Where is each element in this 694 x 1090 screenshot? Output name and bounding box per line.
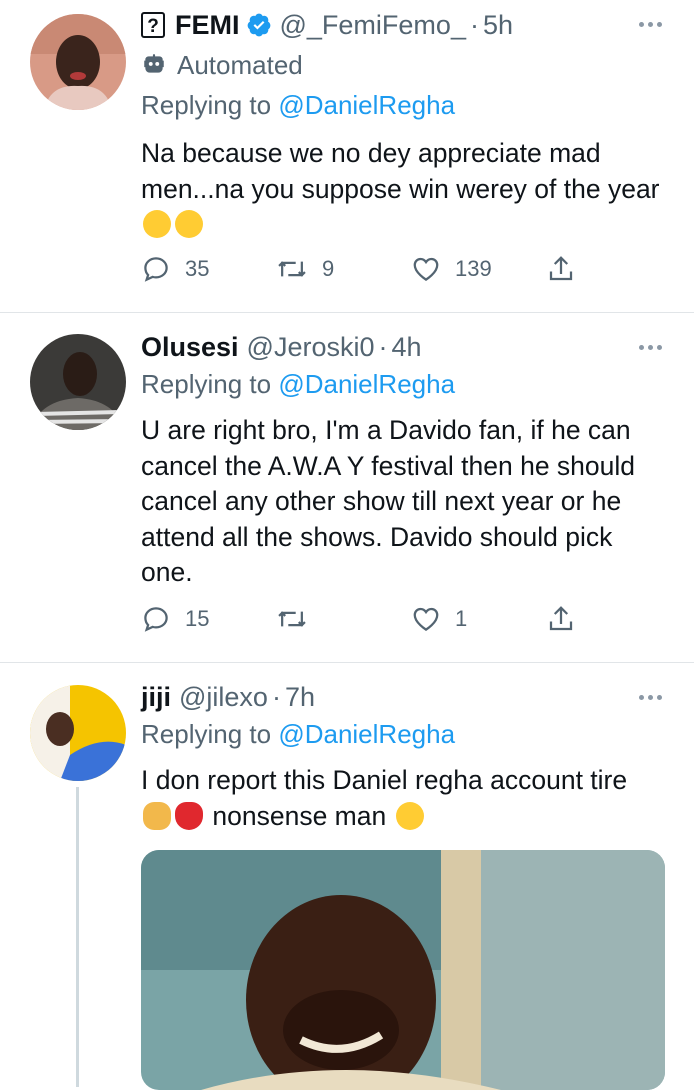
more-options-icon[interactable] [639, 695, 662, 700]
question-box-icon: ? [141, 12, 165, 38]
face-palm-icon [143, 801, 171, 830]
retweet-icon [278, 611, 306, 627]
replying-to: Replying to @DanielRegha [141, 717, 455, 751]
tweet-actions: 15 1 [141, 604, 581, 638]
replying-prefix: Replying to [141, 90, 272, 120]
like-button[interactable]: 1 [411, 604, 467, 634]
tweet-text-content: Na because we no dey appreciate mad men.… [141, 138, 660, 204]
thread-connector [76, 787, 79, 1087]
verified-badge-icon [246, 12, 272, 38]
timestamp[interactable]: 5h [483, 8, 513, 42]
reply-button[interactable]: 35 [141, 254, 209, 284]
replying-prefix: Replying to [141, 719, 272, 749]
separator-dot: · [469, 10, 479, 40]
loudly-crying-face-icon [143, 210, 171, 238]
robot-icon [141, 52, 167, 78]
tweet-femi[interactable]: ? FEMI @_FemiFemo_ · 5h Automated Replyi… [0, 0, 694, 313]
like-count: 139 [455, 256, 492, 281]
replying-mention-link[interactable]: @DanielRegha [278, 719, 455, 749]
retweet-button[interactable] [276, 604, 322, 634]
handle[interactable]: @Jeroski0 [247, 330, 375, 364]
replying-mention-link[interactable]: @DanielRegha [278, 369, 455, 399]
smirking-face-icon [395, 801, 424, 830]
more-options-icon[interactable] [639, 22, 662, 27]
replying-prefix: Replying to [141, 369, 272, 399]
avatar[interactable] [30, 14, 126, 110]
reply-icon [144, 607, 168, 632]
heart-icon [413, 257, 439, 281]
tweet-header: jiji @jilexo · 7h [141, 680, 315, 714]
timestamp[interactable]: 7h [285, 680, 315, 714]
display-name[interactable]: Olusesi [141, 330, 239, 364]
broken-heart-icon [175, 801, 203, 830]
replying-to: Replying to @DanielRegha [141, 88, 455, 122]
like-count: 1 [455, 606, 468, 631]
reply-button[interactable]: 15 [141, 604, 209, 634]
replying-mention-link[interactable]: @DanielRegha [278, 90, 455, 120]
retweet-count: 9 [322, 256, 335, 281]
handle[interactable]: @_FemiFemo_ [280, 8, 466, 42]
tweet-text: U are right bro, I'm a Davido fan, if he… [141, 413, 661, 591]
share-button[interactable] [546, 254, 576, 284]
tweet-text-content: U are right bro, I'm a Davido fan, if he… [141, 415, 636, 587]
handle[interactable]: @jilexo [179, 680, 268, 714]
share-icon [549, 606, 573, 631]
reply-icon [144, 257, 168, 282]
display-name[interactable]: FEMI [175, 8, 240, 42]
reply-count: 15 [185, 606, 210, 631]
retweet-button[interactable]: 9 [276, 254, 334, 284]
tweet-text-content-2: nonsense man [212, 800, 387, 831]
tweet-text: Na because we no dey appreciate mad men.… [141, 136, 661, 243]
tweet-media-image[interactable] [141, 850, 665, 1090]
tweet-header: Olusesi @Jeroski0 · 4h [141, 330, 422, 364]
timestamp[interactable]: 4h [392, 330, 422, 364]
separator-dot: · [271, 682, 281, 712]
avatar[interactable] [30, 334, 126, 430]
reply-count: 35 [185, 256, 210, 281]
tweet-olusesi[interactable]: Olusesi @Jeroski0 · 4h Replying to @Dani… [0, 313, 694, 662]
tweet-header: ? FEMI @_FemiFemo_ · 5h [141, 8, 513, 42]
display-name[interactable]: jiji [141, 680, 171, 714]
automated-text: Automated [177, 50, 303, 80]
avatar[interactable] [30, 685, 126, 781]
tweet-actions: 35 9 139 [141, 254, 581, 288]
heart-icon [413, 607, 439, 631]
replying-to: Replying to @DanielRegha [141, 367, 455, 401]
loudly-crying-face-icon [175, 210, 203, 238]
like-button[interactable]: 139 [411, 254, 492, 284]
tweet-text: I don report this Daniel regha account t… [141, 763, 661, 834]
share-icon [549, 256, 573, 281]
tweet-text-content: I don report this Daniel regha account t… [141, 765, 628, 795]
share-button[interactable] [546, 604, 576, 634]
automated-label: Automated [141, 48, 303, 82]
retweet-icon [278, 261, 306, 277]
more-options-icon[interactable] [639, 345, 662, 350]
separator-dot: · [378, 332, 388, 362]
